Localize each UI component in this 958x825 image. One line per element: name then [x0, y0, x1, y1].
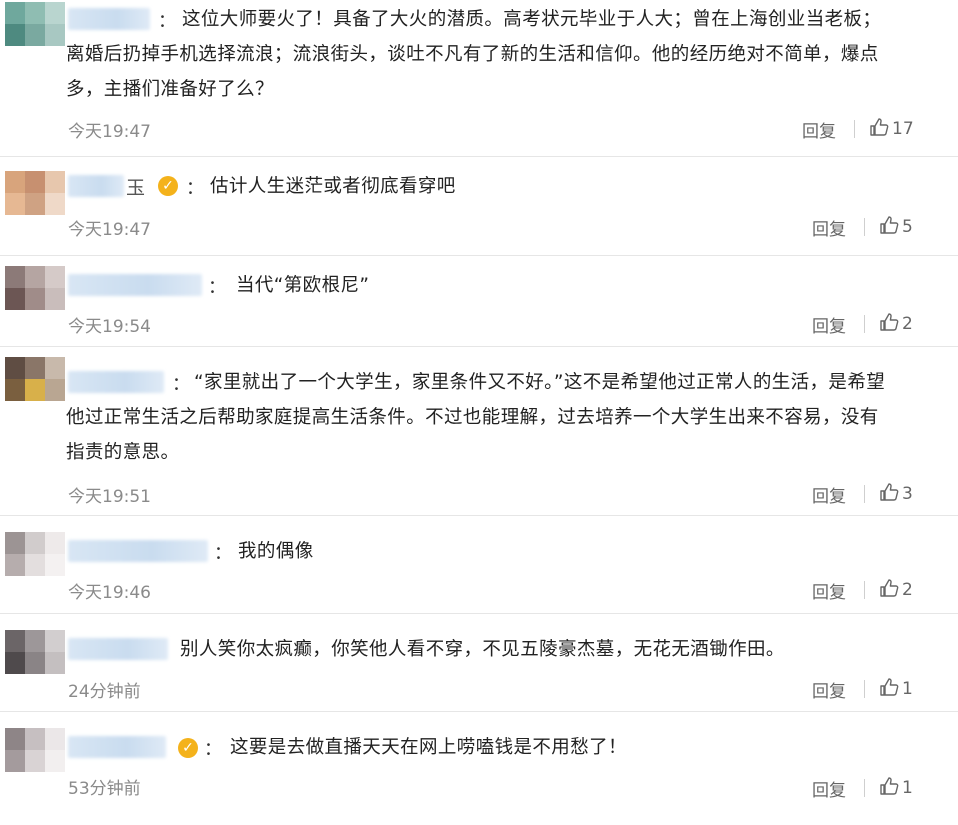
avatar[interactable]: [5, 266, 65, 310]
action-divider: [864, 779, 865, 797]
avatar[interactable]: [5, 2, 65, 46]
name-colon: ：: [204, 739, 222, 760]
comment-text: 估计人生迷茫或者彻底看穿吧: [210, 169, 456, 204]
username-blurred[interactable]: [68, 8, 150, 30]
comment-item: 别人笑你太疯癫，你笑他人看不穿，不见五陵豪杰墓，无花无酒锄作田。 24分钟前 回…: [0, 614, 958, 712]
thumbs-up-icon: [879, 216, 902, 237]
comment-item: ： 我的偶像 今天19:46 回复 2: [0, 516, 958, 614]
thumbs-up-icon: [869, 118, 892, 139]
like-count: 2: [902, 314, 913, 334]
reply-button[interactable]: 回复: [802, 117, 836, 142]
name-colon: ：: [186, 178, 204, 199]
username-blurred[interactable]: [68, 638, 168, 660]
like-button[interactable]: 1: [879, 677, 913, 699]
like-button[interactable]: 17: [869, 117, 914, 139]
like-count: 2: [902, 580, 913, 600]
avatar[interactable]: [5, 357, 65, 401]
username-blurred[interactable]: [68, 274, 202, 296]
comment-text: 这位大师要火了！具备了大火的潜质。高考状元毕业于人大；曾在上海创业当老板； 离婚…: [66, 2, 882, 107]
username-blurred[interactable]: [68, 371, 164, 393]
like-count: 5: [902, 217, 913, 237]
reply-button[interactable]: 回复: [812, 677, 846, 702]
name-colon: ：: [208, 277, 226, 298]
reply-button[interactable]: 回复: [812, 312, 846, 337]
reply-button[interactable]: 回复: [812, 776, 846, 801]
comment-text-line: 别人笑你太疯癫，你笑他人看不穿，不见五陵豪杰墓，无花无酒锄作田。: [180, 639, 785, 660]
username-blurred[interactable]: [68, 540, 208, 562]
action-divider: [864, 218, 865, 236]
reply-button[interactable]: 回复: [812, 578, 846, 603]
comment-item: 玉 ✓ ： 估计人生迷茫或者彻底看穿吧 今天19:47 回复 5: [0, 157, 958, 256]
comment-text: 别人笑你太疯癫，你笑他人看不穿，不见五陵豪杰墓，无花无酒锄作田。: [180, 632, 785, 667]
action-divider: [864, 680, 865, 698]
like-button[interactable]: 3: [879, 482, 913, 504]
thumbs-up-icon: [879, 313, 902, 334]
username-blurred[interactable]: [68, 736, 166, 758]
comment-time: 今天19:54: [68, 317, 151, 337]
avatar[interactable]: [5, 171, 65, 215]
comment-text-line: 估计人生迷茫或者彻底看穿吧: [210, 176, 456, 197]
comment-time: 24分钟前: [68, 682, 141, 702]
thumbs-up-icon: [879, 777, 902, 798]
comment-text-line: 他过正常生活之后帮助家庭提高生活条件。不过也能理解，过去培养一个大学生出来不容易…: [66, 407, 879, 428]
comment-item: ✓ ： 这要是去做直播天天在网上唠嗑钱是不用愁了！ 53分钟前 回复 1: [0, 712, 958, 825]
comment-time: 今天19:47: [68, 220, 151, 240]
reply-button[interactable]: 回复: [812, 215, 846, 240]
comment-text: “家里就出了一个大学生，家里条件又不好。”这不是希望他过正常人的生活，是希望 他…: [66, 365, 886, 470]
comment-text: 当代“第欧根尼”: [236, 268, 369, 303]
comment-text-line: 当代“第欧根尼”: [236, 275, 370, 296]
thumbs-up-icon: [879, 579, 902, 600]
username-visible-char[interactable]: 玉: [126, 173, 145, 200]
like-count: 3: [902, 484, 913, 504]
comment-time: 今天19:47: [68, 122, 151, 142]
username-blurred[interactable]: [68, 175, 124, 197]
comment-time: 今天19:46: [68, 583, 151, 603]
reply-button[interactable]: 回复: [812, 482, 846, 507]
verified-badge-icon: ✓: [158, 176, 178, 196]
name-colon: ：: [158, 11, 176, 32]
like-button[interactable]: 5: [879, 215, 913, 237]
comment-text-line: 这要是去做直播天天在网上唠嗑钱是不用愁了！: [230, 737, 627, 758]
comment-time: 53分钟前: [68, 779, 141, 799]
name-colon: ：: [172, 374, 190, 395]
comment-text-line: 这位大师要火了！具备了大火的潜质。高考状元毕业于人大；曾在上海创业当老板；: [182, 9, 882, 30]
like-count: 17: [892, 119, 914, 139]
like-count: 1: [902, 778, 913, 798]
action-divider: [864, 485, 865, 503]
comment-item: ： 当代“第欧根尼” 今天19:54 回复 2: [0, 256, 958, 347]
like-button[interactable]: 2: [879, 578, 913, 600]
comment-text: 这要是去做直播天天在网上唠嗑钱是不用愁了！: [230, 730, 627, 765]
name-colon: ：: [214, 543, 232, 564]
action-divider: [854, 120, 855, 138]
thumbs-up-icon: [879, 483, 902, 504]
comment-text: 我的偶像: [238, 534, 314, 569]
comment-text-line: “家里就出了一个大学生，家里条件又不好。”这不是希望他过正常人的生活，是希望: [194, 372, 886, 393]
avatar[interactable]: [5, 728, 65, 772]
comment-time: 今天19:51: [68, 487, 151, 507]
comment-item: ： 这位大师要火了！具备了大火的潜质。高考状元毕业于人大；曾在上海创业当老板； …: [0, 0, 958, 157]
comment-list: ： 这位大师要火了！具备了大火的潜质。高考状元毕业于人大；曾在上海创业当老板； …: [0, 0, 958, 825]
comment-text-line: 多，主播们准备好了么？: [66, 79, 274, 100]
action-divider: [864, 315, 865, 333]
like-button[interactable]: 1: [879, 776, 913, 798]
comment-text-line: 离婚后扔掉手机选择流浪；流浪街头，谈吐不凡有了新的生活和信仰。他的经历绝对不简单…: [66, 44, 879, 65]
avatar[interactable]: [5, 630, 65, 674]
comment-text-line: 指责的意思。: [66, 442, 180, 463]
avatar[interactable]: [5, 532, 65, 576]
verified-badge-icon: ✓: [178, 738, 198, 758]
comment-item: ： “家里就出了一个大学生，家里条件又不好。”这不是希望他过正常人的生活，是希望…: [0, 347, 958, 516]
like-count: 1: [902, 679, 913, 699]
like-button[interactable]: 2: [879, 312, 913, 334]
action-divider: [864, 581, 865, 599]
thumbs-up-icon: [879, 678, 902, 699]
comment-text-line: 我的偶像: [238, 541, 314, 562]
